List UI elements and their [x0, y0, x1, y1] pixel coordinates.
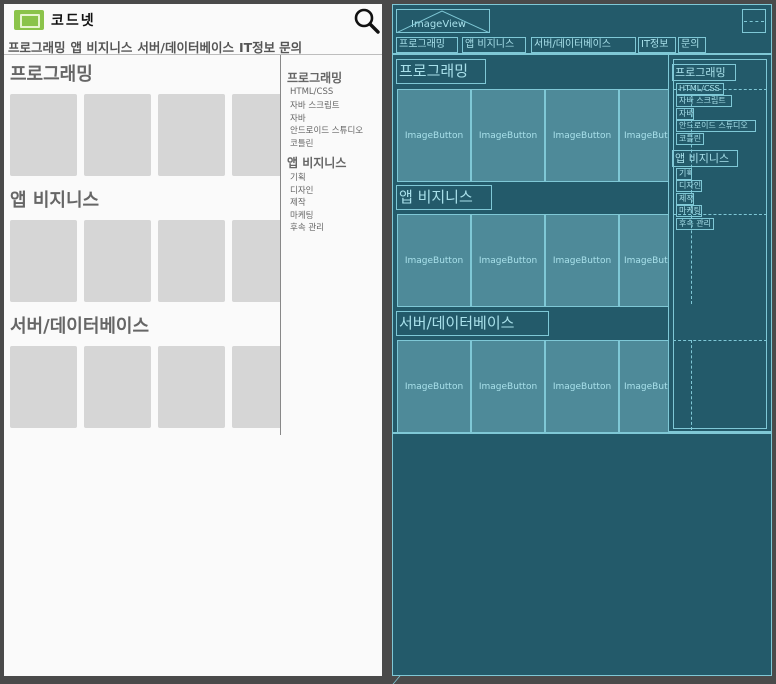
thumbnail-button[interactable] [158, 346, 225, 428]
thumbnail-button[interactable] [10, 94, 77, 176]
bp-drawer-title: 앱 비지니스 [672, 150, 738, 167]
app-title: 코드넷 [51, 13, 96, 29]
bp-drawer-title: 프로그래밍 [672, 64, 736, 81]
bp-section-title: 앱 비지니스 [396, 185, 492, 210]
thumbnail-button[interactable] [10, 220, 77, 302]
bp-image-button: ImageBut [619, 214, 669, 307]
section-title: 프로그래밍 [10, 64, 93, 85]
thumbnail-button[interactable] [84, 346, 151, 428]
thumbnail-button[interactable] [84, 220, 151, 302]
section-title: 앱 비지니스 [10, 190, 100, 211]
bp-drawer-item: 자바 스크립트 [676, 95, 732, 107]
bp-guide [673, 340, 767, 341]
bp-tab: 서버/데이터베이스 [531, 37, 636, 53]
bp-drawer-item: 안드로이드 스튜디오 [676, 120, 756, 132]
thumbnail-button[interactable] [84, 94, 151, 176]
bp-guide [673, 89, 767, 90]
bp-image-button: ImageBut [619, 340, 669, 433]
bp-image-button: ImageButton [397, 214, 471, 307]
bp-image-button: ImageButton [471, 340, 545, 433]
bp-guide [673, 214, 767, 215]
thumbnail-button[interactable] [158, 220, 225, 302]
layout-blueprint: ImageView 프로그래밍 앱 비지니스 서버/데이터베이스 IT정보 문의… [392, 4, 772, 676]
logo-icon [14, 10, 44, 30]
bp-image-button: ImageButton [545, 89, 619, 182]
drawer-item[interactable]: 기획 [290, 171, 306, 183]
bp-tab: 앱 비지니스 [462, 37, 526, 53]
tab-server-database[interactable]: 서버/데이터베이스 [137, 40, 234, 55]
drawer-item[interactable]: 디자인 [290, 184, 313, 196]
drawer-item[interactable]: 마케팅 [290, 209, 313, 221]
section-title: 서버/데이터베이스 [10, 316, 150, 337]
bp-drawer-item: 후속 관리 [676, 218, 714, 230]
bp-drawer-item: 코틀린 [676, 133, 704, 145]
bp-guide [691, 340, 692, 430]
drawer-item[interactable]: HTML/CSS [290, 87, 333, 97]
blueprint-corner-mark [392, 676, 411, 684]
image-view-cross-icon [396, 10, 490, 33]
tab-app-business[interactable]: 앱 비지니스 [71, 40, 133, 55]
thumbnail-button[interactable] [158, 94, 225, 176]
bp-guide [691, 94, 692, 304]
drawer-item[interactable]: 자바 스크립트 [290, 99, 340, 111]
bp-image-button: ImageButton [471, 89, 545, 182]
drawer-item[interactable]: 제작 [290, 196, 306, 208]
bp-section-title: 서버/데이터베이스 [396, 311, 549, 336]
drawer-item[interactable]: 자바 [290, 112, 306, 124]
search-guide [744, 21, 764, 22]
bp-tab: 프로그래밍 [396, 37, 458, 53]
app-screen: 코드넷 프로그래밍 앱 비지니스 서버/데이터베이스 IT정보 문의 프로그래밍 앱 비… [4, 4, 382, 676]
bp-image-button: ImageBut [619, 89, 669, 182]
bp-image-button: ImageButton [471, 214, 545, 307]
drawer-item[interactable]: 안드로이드 스튜디오 [290, 124, 363, 136]
bp-drawer-item: 기획 [676, 168, 692, 180]
thumbnail-button[interactable] [10, 346, 77, 428]
side-drawer: 프로그래밍 HTML/CSS 자바 스크립트 자바 안드로이드 스튜디오 코틀린… [280, 55, 382, 435]
bp-image-button: ImageButton [397, 89, 471, 182]
search-icon[interactable] [354, 8, 380, 34]
bp-image-button: ImageButton [397, 340, 471, 433]
bp-drawer-item: 마케팅 [676, 205, 702, 217]
tab-it-info[interactable]: IT정보 [239, 40, 275, 55]
drawer-item[interactable]: 후속 관리 [290, 221, 324, 233]
bp-content-bottom [392, 432, 772, 434]
bp-drawer-item: 디자인 [676, 180, 702, 192]
drawer-item[interactable]: 코틀린 [290, 137, 313, 149]
top-bar: 코드넷 [4, 4, 382, 36]
bp-section-title: 프로그래밍 [396, 59, 486, 84]
tab-programming[interactable]: 프로그래밍 [8, 40, 66, 55]
bp-image-button: ImageButton [545, 340, 619, 433]
drawer-group-title: 프로그래밍 [287, 71, 343, 85]
bp-image-button: ImageButton [545, 214, 619, 307]
bp-tab: IT정보 [638, 37, 676, 53]
tab-inquiry[interactable]: 문의 [279, 40, 302, 55]
drawer-group-title: 앱 비지니스 [287, 156, 347, 170]
bp-tab: 문의 [678, 37, 706, 53]
